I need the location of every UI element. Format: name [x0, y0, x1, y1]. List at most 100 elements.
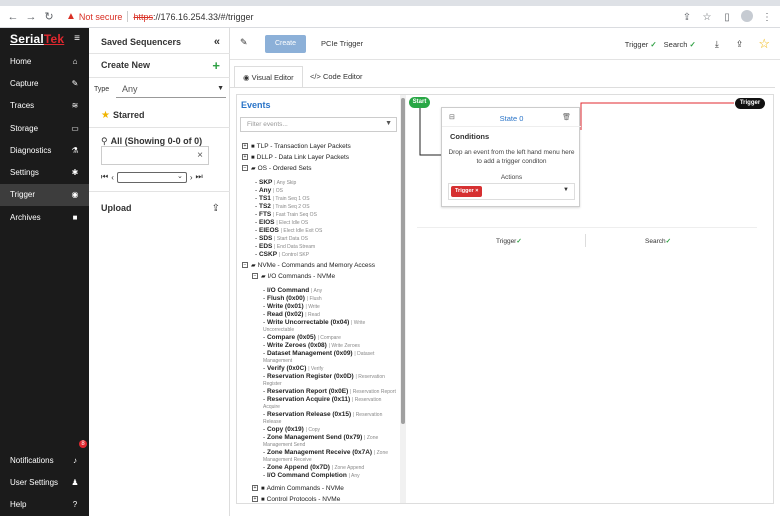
event-item[interactable]: - Write (0x01) | Write [263, 303, 320, 310]
drop-zone-text[interactable]: Drop an event from the left hand menu he… [448, 148, 575, 166]
event-item[interactable]: - Write Uncorrectable (0x04) | Write [263, 319, 365, 326]
not-secure-label[interactable]: Not secure [79, 12, 123, 22]
nav-item-storage[interactable]: Storage ▭ [0, 117, 89, 139]
profile-avatar[interactable] [740, 9, 754, 25]
event-item[interactable]: - Write Zeroes (0x08) | Write Zeroes [263, 342, 360, 349]
favorite-star-icon[interactable]: ☆ [758, 36, 770, 52]
expand-icon[interactable]: + [242, 143, 248, 150]
url-text[interactable]: ://176.16.254.33/#/trigger [153, 12, 254, 22]
sidebar-toggle-icon[interactable]: ▯ [720, 12, 734, 23]
event-item[interactable]: - SKP | Any Skip [255, 179, 296, 186]
trigger-node[interactable]: Trigger [735, 98, 765, 109]
next-page-icon[interactable]: › [190, 173, 193, 182]
start-node[interactable]: Start [409, 97, 430, 108]
event-item[interactable]: - TS1 | Train Seq 1 OS [255, 195, 310, 202]
remove-icon[interactable]: × [475, 188, 478, 194]
state-title[interactable]: State 0 [442, 114, 581, 123]
event-item[interactable]: - TS2 | Train Seq 2 OS [255, 203, 310, 210]
chevron-down-icon[interactable]: ▼ [563, 187, 569, 193]
state-card[interactable]: ⊟ State 0 🗑 Conditions Drop an event fro… [441, 107, 581, 207]
collapse-icon[interactable]: − [242, 262, 248, 269]
back-icon[interactable]: ← [4, 11, 22, 23]
event-item[interactable]: - Zone Management Receive (0x7A) | Zone [263, 449, 388, 456]
create-new-row[interactable]: Create New + [89, 58, 230, 73]
event-item[interactable]: - Reservation Report (0x0E) | Reservatio… [263, 388, 396, 395]
nav-item-diagnostics[interactable]: Diagnostics ⚗ [0, 139, 89, 161]
browser-menu-icon[interactable]: ⋮ [760, 12, 774, 23]
share-icon[interactable]: ⇪ [680, 12, 694, 23]
event-item[interactable]: - EIOS | Elect Idle OS [255, 219, 308, 226]
sequencer-filter-input[interactable]: × [101, 146, 209, 165]
warning-icon[interactable]: ▲ [66, 11, 76, 22]
nav-item-user-settings[interactable]: User Settings ♟ [0, 471, 89, 493]
action-tag-trigger[interactable]: Trigger × [451, 186, 483, 197]
hamburger-menu-icon[interactable]: ≡ [74, 33, 80, 44]
nav-item-help[interactable]: Help? [0, 494, 89, 516]
collapse-icon[interactable]: « [214, 36, 220, 48]
trash-icon[interactable]: 🗑 [562, 113, 571, 121]
event-item[interactable]: - Reservation Acquire (0x11) | Reservati… [263, 396, 381, 403]
event-item[interactable]: - FTS | Fast Train Seq OS [255, 211, 317, 218]
collapse-icon[interactable]: − [252, 273, 258, 280]
event-item[interactable]: - Any | OS [255, 187, 283, 194]
event-group-os[interactable]: − ▰ OS - Ordered Sets [242, 165, 311, 172]
last-page-icon[interactable]: ⏭ [196, 172, 203, 182]
plus-icon[interactable]: + [212, 58, 220, 73]
nav-item-capture[interactable]: Capture ✎ [0, 72, 89, 94]
expand-icon[interactable]: + [242, 154, 248, 161]
event-group-control[interactable]: + ■ Control Protocols - NVMe [252, 496, 340, 503]
nav-item-home[interactable]: Home ⌂ [0, 50, 89, 72]
event-item[interactable]: - Copy (0x19) | Copy [263, 426, 320, 433]
nav-item-traces[interactable]: Traces ≋ [0, 95, 89, 117]
event-item[interactable]: - Zone Management Send (0x79) | Zone [263, 434, 378, 441]
pencil-icon[interactable]: ✎ [240, 37, 248, 48]
bookmark-star-icon[interactable]: ☆ [700, 12, 714, 23]
type-select[interactable]: Any ▼ [116, 82, 226, 98]
expand-icon[interactable]: + [252, 485, 258, 492]
event-item[interactable]: - Dataset Management (0x09) | Dataset [263, 350, 374, 357]
event-item[interactable]: - EIEOS | Elect Idle Exit OS [255, 227, 322, 234]
event-item[interactable]: - Compare (0x05) | Compare [263, 334, 341, 341]
event-item[interactable]: - Reservation Register (0x0D) | Reservat… [263, 373, 385, 380]
nav-item-settings[interactable]: Settings ✱ [0, 161, 89, 183]
starred-row[interactable]: ★ Starred [89, 108, 230, 122]
event-group-nvme[interactable]: − ▰ NVMe - Commands and Memory Access [242, 262, 375, 269]
reload-icon[interactable]: ↻ [40, 10, 58, 23]
event-item[interactable]: - Reservation Release (0x15) | Reservati… [263, 411, 382, 418]
event-item[interactable]: - Flush (0x00) | Flush [263, 295, 322, 302]
create-button[interactable]: Create [265, 35, 306, 53]
nav-item-trigger[interactable]: Trigger ◉ [0, 183, 89, 207]
forward-icon[interactable]: → [22, 11, 40, 23]
funnel-icon[interactable]: ▼ [385, 120, 392, 127]
expand-icon[interactable]: + [252, 496, 258, 503]
event-item[interactable]: - Zone Append (0x7D) | Zone Append [263, 464, 364, 471]
upload-icon[interactable]: ⇪ [736, 39, 744, 50]
event-group-dllp[interactable]: + ■ DLLP - Data Link Layer Packets [242, 154, 349, 161]
collapse-icon[interactable]: − [242, 165, 248, 172]
first-page-icon[interactable]: ⏮ [101, 172, 108, 182]
nav-item-archives[interactable]: Archives ■ [0, 206, 89, 228]
event-group-tlp[interactable]: + ■ TLP - Transaction Layer Packets [242, 143, 351, 150]
event-group-admin[interactable]: + ■ Admin Commands - NVMe [252, 485, 344, 492]
event-item[interactable]: - Read (0x02) | Read [263, 311, 320, 318]
upload-row[interactable]: Upload ⇪ [89, 201, 230, 215]
events-filter-input[interactable]: Filter events... ▼ [240, 117, 397, 132]
tab-code-editor[interactable]: </> Code Editor [302, 66, 371, 88]
event-group-io-commands[interactable]: − ▰ I/O Commands - NVMe [252, 273, 335, 280]
trigger-name[interactable]: PCIe Trigger [321, 39, 363, 48]
clear-icon[interactable]: × [197, 150, 203, 161]
event-item[interactable]: - EDS | End Data Stream [255, 243, 315, 250]
url-scheme[interactable]: https [133, 12, 153, 22]
upload-icon[interactable]: ⇪ [212, 203, 220, 214]
event-item[interactable]: - SDS | Start Data OS [255, 235, 308, 242]
download-icon[interactable]: ⤓ [715, 39, 719, 50]
event-item[interactable]: - CSKP | Control SKP [255, 251, 309, 258]
prev-page-icon[interactable]: ‹ [111, 173, 114, 182]
events-scrollbar-thumb[interactable] [401, 98, 405, 424]
nav-item-notifications[interactable]: Notifications ♪ 8 [0, 440, 89, 471]
tab-visual-editor[interactable]: ◉ Visual Editor [234, 66, 303, 88]
page-select[interactable]: ⌄ [116, 171, 187, 183]
event-item[interactable]: - I/O Command | Any [263, 287, 322, 294]
event-item[interactable]: - I/O Command Completion | Any [263, 472, 360, 479]
event-item[interactable]: - Verify (0x0C) | Verify [263, 365, 323, 372]
